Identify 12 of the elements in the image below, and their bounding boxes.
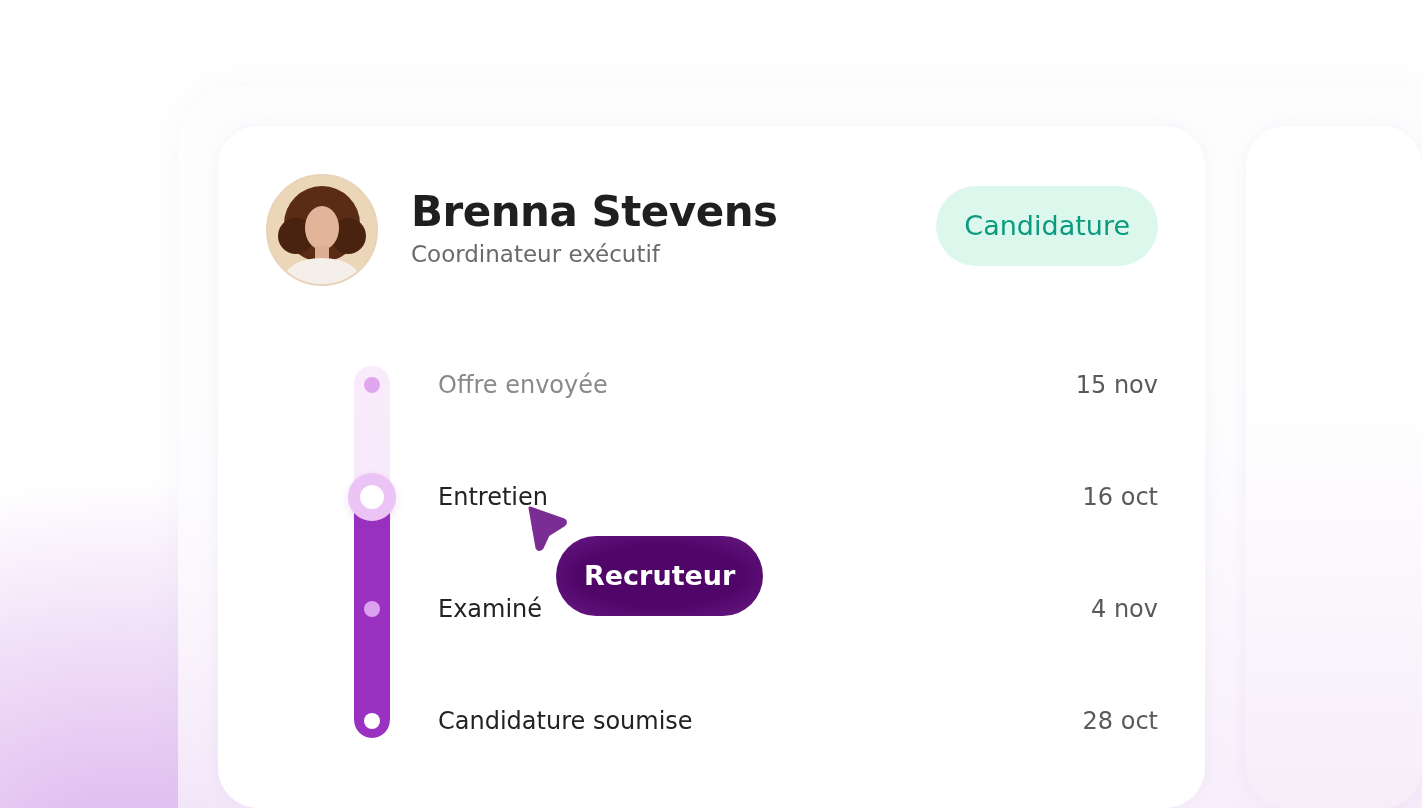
step-label: Examiné xyxy=(438,595,544,623)
step-date: 28 oct xyxy=(1082,707,1158,735)
step-date: 15 nov xyxy=(1075,371,1158,399)
step-label: Offre envoyée xyxy=(438,371,609,399)
step-label: Candidature soumise xyxy=(438,707,694,735)
step-label: Entretien xyxy=(438,483,549,511)
status-badge: Candidature xyxy=(936,186,1158,266)
candidate-role: Coordinateur exécutif xyxy=(411,240,662,269)
candidate-name: Brenna Stevens xyxy=(411,186,779,238)
cursor-label: Recruteur xyxy=(556,536,764,616)
step-date: 4 nov xyxy=(1091,595,1158,623)
step-date: 16 oct xyxy=(1082,483,1158,511)
